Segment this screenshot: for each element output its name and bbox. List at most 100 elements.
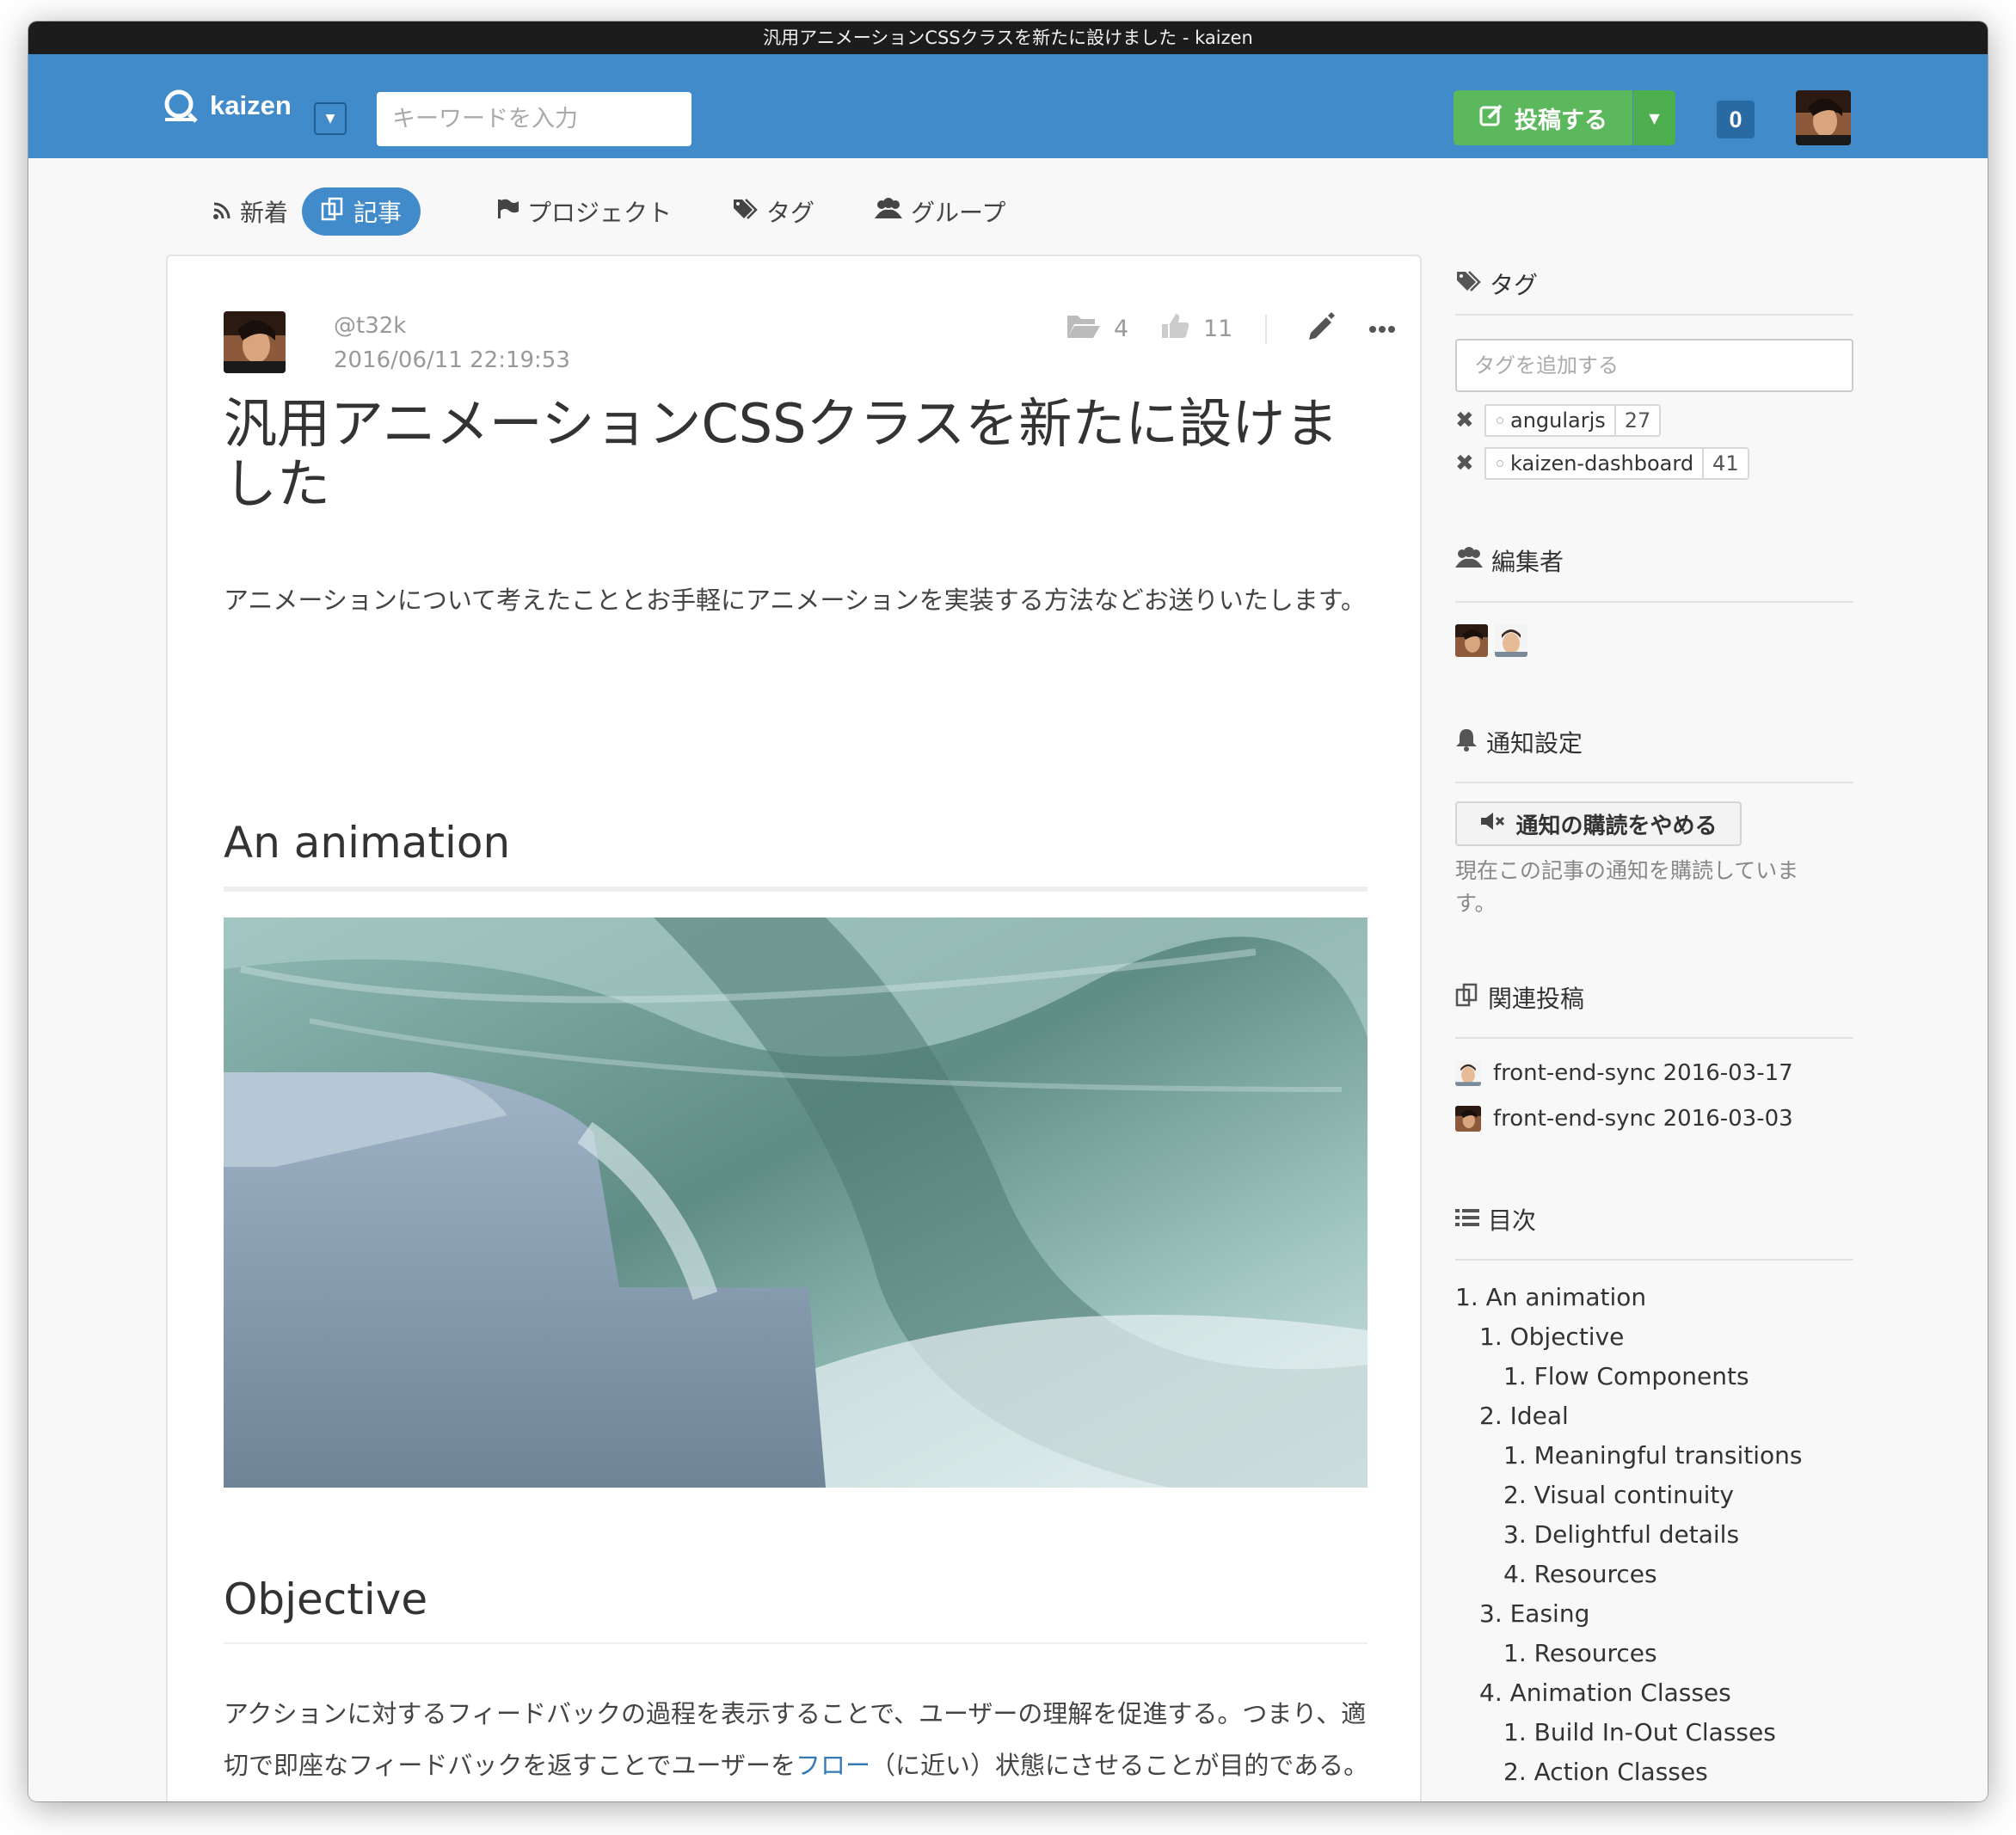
author-avatar[interactable] <box>224 311 286 373</box>
folder-count: 4 <box>1114 315 1129 342</box>
tab-articles[interactable]: 記事 <box>302 187 421 236</box>
tags-heading: タグ <box>1455 267 1853 301</box>
tab-projects[interactable]: プロジェクト <box>477 187 691 236</box>
pencil-icon <box>1306 312 1335 345</box>
related-heading-label: 関連投稿 <box>1488 985 1585 1013</box>
add-tag-input[interactable] <box>1455 339 1853 392</box>
author-name[interactable]: @t32k <box>334 313 406 339</box>
objective-text-2: （に近い）状態にさせることが目的である。 <box>870 1751 1369 1780</box>
bell-icon <box>1455 727 1478 758</box>
section-nav: 新着 記事 プロジェクト タグ グループ <box>28 158 1988 253</box>
tag-pill[interactable]: angularjs 27 <box>1484 404 1662 437</box>
section-rule <box>1455 314 1853 316</box>
brand-dropdown-toggle[interactable]: ▼ <box>314 102 347 135</box>
volume-off-icon <box>1479 811 1507 838</box>
kaizen-logo-icon <box>163 89 198 123</box>
thumbs-up-icon <box>1160 312 1189 346</box>
browser-window: 汎用アニメーションCSSクラスを新たに設けました - kaizen kaizen… <box>28 21 1988 1801</box>
article-icon <box>1455 983 1479 1013</box>
user-avatar[interactable] <box>1796 90 1851 145</box>
brand-name: kaizen <box>210 90 292 120</box>
stat-divider <box>1265 315 1267 344</box>
tab-label: 記事 <box>353 199 403 227</box>
toc-item[interactable]: 1. Resources <box>1503 1636 1657 1671</box>
top-navbar: kaizen ▼ 投稿する ▼ 0 <box>28 54 1988 158</box>
post-lead: アニメーションについて考えたこととお手軽にアニメーションを実装する方法などお送り… <box>224 586 1366 615</box>
related-title: front-end-sync 2016-03-03 <box>1493 1106 1793 1132</box>
folder-open-icon <box>1066 312 1100 346</box>
editors-heading: 編集者 <box>1455 543 1853 578</box>
tab-new[interactable]: 新着 <box>194 187 307 236</box>
toc-item[interactable]: 4. Animation Classes <box>1479 1676 1731 1710</box>
editor-list <box>1455 624 1527 657</box>
remove-tag-icon[interactable]: ✖ <box>1455 408 1474 433</box>
unsubscribe-button[interactable]: 通知の購読をやめる <box>1455 801 1742 846</box>
heading-rule <box>224 887 1368 892</box>
tag-name: angularjs <box>1510 408 1606 433</box>
notification-badge[interactable]: 0 <box>1717 101 1755 138</box>
tag-count: 41 <box>1702 449 1748 478</box>
tag-pill[interactable]: kaizen-dashboard 41 <box>1484 447 1749 480</box>
post-date: 2016/06/11 22:19:53 <box>334 347 570 373</box>
section-rule <box>1455 601 1853 603</box>
toc-item[interactable]: 3. Easing <box>1479 1597 1589 1631</box>
window-title: 汎用アニメーションCSSクラスを新たに設けました - kaizen <box>28 21 1988 54</box>
related-item[interactable]: front-end-sync 2016-03-17 <box>1455 1056 1793 1090</box>
search-input[interactable] <box>377 92 691 146</box>
caret-down-icon: ▼ <box>325 112 335 126</box>
toc-item[interactable]: 2. Action Classes <box>1503 1755 1708 1789</box>
tab-tags[interactable]: タグ <box>713 187 833 236</box>
tags-icon <box>1455 270 1481 298</box>
list-icon <box>1455 1206 1479 1234</box>
like-count: 11 <box>1203 315 1233 342</box>
tag-name: kaizen-dashboard <box>1510 451 1694 476</box>
users-icon <box>1455 546 1483 575</box>
flag-icon <box>496 198 519 226</box>
post-button[interactable]: 投稿する <box>1454 90 1632 145</box>
toc-item[interactable]: 1. Build In-Out Classes <box>1503 1715 1776 1750</box>
editor-avatar[interactable] <box>1495 624 1527 657</box>
tab-groups[interactable]: グループ <box>856 187 1024 236</box>
post-button-label: 投稿する <box>1515 107 1607 134</box>
tab-label: グループ <box>911 199 1006 227</box>
tag-count: 27 <box>1613 406 1660 435</box>
tag-row: ✖ angularjs 27 <box>1455 404 1662 437</box>
tags-heading-label: タグ <box>1490 271 1539 299</box>
tag-hole-icon <box>1497 417 1503 424</box>
ellipsis-icon <box>1368 321 1396 337</box>
like-stat[interactable]: 11 <box>1160 313 1232 344</box>
tab-label: 新着 <box>240 199 289 227</box>
folder-stat[interactable]: 4 <box>1066 313 1128 344</box>
related-author-avatar <box>1455 1060 1481 1086</box>
toc-item[interactable]: 2. Visual continuity <box>1503 1478 1734 1513</box>
edit-post-button[interactable] <box>1303 311 1337 346</box>
toc-item[interactable]: 3. Delightful details <box>1503 1518 1739 1552</box>
related-item[interactable]: front-end-sync 2016-03-03 <box>1455 1102 1793 1136</box>
flow-link[interactable]: フロー <box>796 1751 870 1780</box>
toc-item[interactable]: 1. Flow Components <box>1503 1359 1749 1394</box>
toc-item[interactable]: 2. Ideal <box>1479 1399 1569 1433</box>
related-author-avatar <box>1455 1106 1481 1132</box>
heading-rule <box>224 1642 1368 1644</box>
article-card: @t32k 2016/06/11 22:19:53 4 11 汎用アニメーション… <box>166 255 1422 1801</box>
toc-item[interactable]: 3. Resources <box>1503 1795 1657 1801</box>
section-rule <box>1455 1259 1853 1261</box>
post-title: 汎用アニメーションCSSクラスを新たに設けました <box>224 392 1339 515</box>
caret-down-icon: ▼ <box>1649 109 1660 126</box>
more-actions-button[interactable] <box>1365 311 1399 346</box>
tag-row: ✖ kaizen-dashboard 41 <box>1455 447 1749 480</box>
remove-tag-icon[interactable]: ✖ <box>1455 451 1474 476</box>
editor-avatar[interactable] <box>1455 624 1488 657</box>
notify-help-text: 現在この記事の通知を購読しています。 <box>1455 858 1799 916</box>
toc-item[interactable]: 4. Resources <box>1503 1557 1657 1592</box>
brand-link[interactable]: kaizen <box>163 80 292 132</box>
toc-item[interactable]: 1. Meaningful transitions <box>1503 1439 1802 1473</box>
tab-label: タグ <box>766 199 815 227</box>
tab-label: プロジェクト <box>527 199 673 227</box>
toc-item[interactable]: 1. An animation <box>1455 1280 1646 1315</box>
section-rule <box>1455 1037 1853 1039</box>
article-icon <box>321 197 345 227</box>
objective-paragraph: アクションに対するフィードバックの過程を表示することで、ユーザーの理解を促進する… <box>224 1688 1376 1791</box>
post-dropdown-toggle[interactable]: ▼ <box>1633 90 1675 145</box>
toc-item[interactable]: 1. Objective <box>1479 1320 1624 1354</box>
